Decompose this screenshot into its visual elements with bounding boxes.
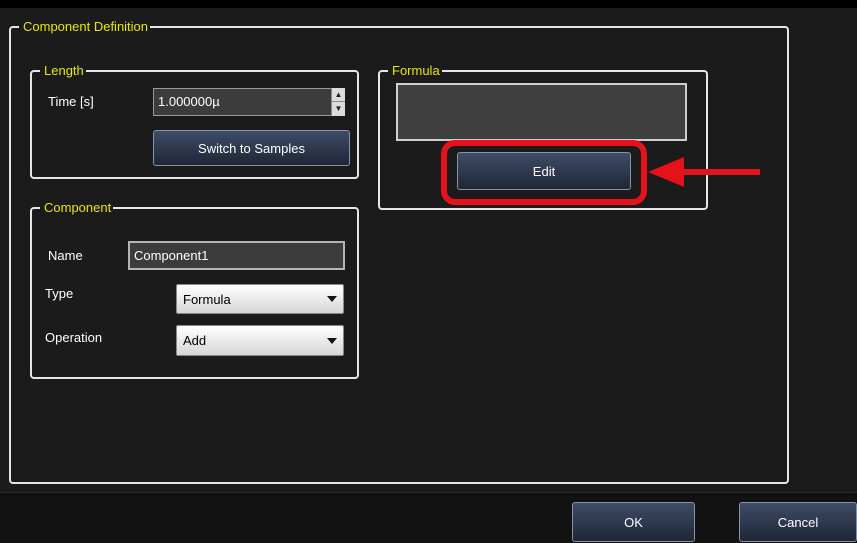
operation-value: Add [183,333,207,348]
name-value: Component1 [134,248,209,263]
operation-select[interactable]: Add [176,325,344,356]
cancel-button[interactable]: Cancel [739,502,857,542]
footer-bar [0,492,857,543]
type-value: Formula [183,291,231,307]
component-definition-title: Component Definition [19,19,151,35]
ok-button[interactable]: OK [572,502,695,542]
dropdown-arrow-icon [327,296,337,302]
formula-field[interactable] [396,83,687,141]
spin-down-icon[interactable]: ▼ [332,102,345,115]
switch-to-samples-button[interactable]: Switch to Samples [153,130,350,166]
time-value: 1.000000µ [158,94,220,109]
time-label: Time [s] [48,94,94,109]
formula-title: Formula [388,63,442,79]
edit-button[interactable]: Edit [457,152,631,190]
name-label: Name [48,248,83,263]
time-input[interactable]: 1.000000µ ▲ ▼ [153,88,345,116]
dropdown-arrow-icon [327,337,337,344]
name-input[interactable]: Component1 [128,241,345,270]
type-select[interactable]: Formula [176,284,344,314]
type-label: Type [45,286,74,301]
top-edge [0,0,857,8]
length-title: Length [40,63,86,79]
component-title: Component [40,200,114,216]
operation-label: Operation [45,330,103,345]
time-spinner[interactable]: ▲ ▼ [331,88,345,116]
red-pointer-arrow-icon [648,157,760,187]
